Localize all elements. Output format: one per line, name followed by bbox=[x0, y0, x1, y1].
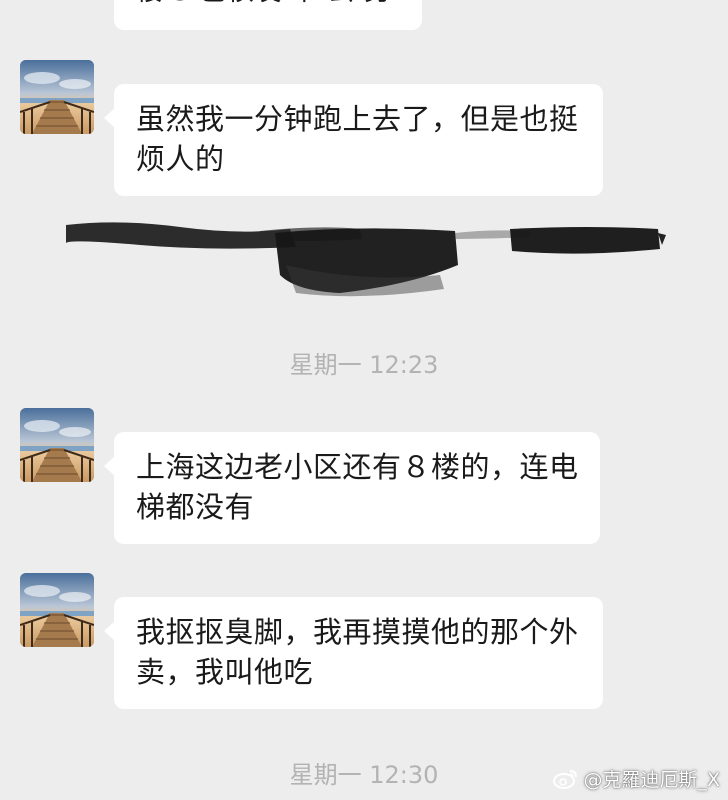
message-text: 上海这边老小区还有８楼的，连电 梯都没有 bbox=[136, 450, 579, 524]
watermark-text: @克羅迪厄斯_X bbox=[583, 769, 720, 791]
message-bubble[interactable]: 虽然我一分钟跑上去了，但是也挺 烦人的 bbox=[104, 84, 603, 196]
weibo-watermark: @克羅迪厄斯_X bbox=[553, 765, 720, 792]
avatar[interactable] bbox=[20, 573, 94, 647]
avatar-boardwalk-image bbox=[20, 60, 94, 134]
message-bubble[interactable]: 上海这边老小区还有８楼的，连电 梯都没有 bbox=[104, 432, 600, 544]
message-bubble-partial[interactable]: 楼 5 已核发 申 丢 劳 bbox=[114, 0, 422, 30]
timestamp: 星期一 12:23 bbox=[289, 351, 439, 379]
avatar-boardwalk-image bbox=[20, 408, 94, 482]
message-text: 我抠抠臭脚，我再摸摸他的那个外 卖，我叫他吃 bbox=[136, 615, 579, 689]
avatar[interactable] bbox=[20, 408, 94, 482]
chat-screen: 楼 5 已核发 申 丢 劳 bbox=[0, 0, 728, 800]
message-bubble[interactable]: 我抠抠臭脚，我再摸摸他的那个外 卖，我叫他吃 bbox=[104, 597, 603, 709]
message-text: 楼 5 已核发 申 丢 劳 bbox=[136, 0, 400, 12]
avatar[interactable] bbox=[20, 60, 94, 134]
avatar-boardwalk-image bbox=[20, 573, 94, 647]
weibo-logo-icon bbox=[553, 769, 578, 789]
redaction-scribble bbox=[66, 222, 666, 297]
message-text: 虽然我一分钟跑上去了，但是也挺 烦人的 bbox=[136, 102, 579, 176]
